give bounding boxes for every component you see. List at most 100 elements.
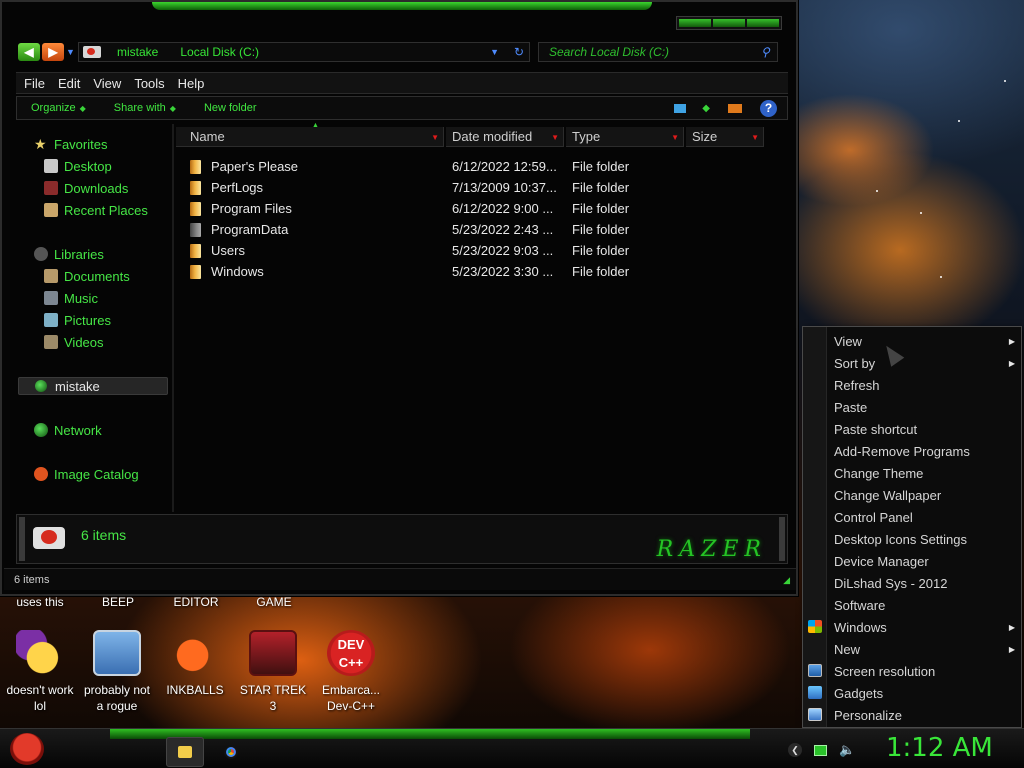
back-button[interactable]: ◀ (18, 43, 40, 61)
address-dropdown-icon[interactable]: ▼ (490, 47, 499, 57)
menu-file[interactable]: File (24, 76, 45, 91)
network-status-icon[interactable] (814, 744, 827, 756)
menu-help[interactable]: Help (178, 76, 205, 91)
context-menu-item[interactable]: Add-Remove Programs (803, 440, 1021, 462)
context-menu-item[interactable]: Change Theme (803, 462, 1021, 484)
start-button[interactable] (10, 733, 44, 765)
nav-documents[interactable]: Documents (44, 266, 130, 286)
column-dropdown-icon[interactable]: ▼ (751, 133, 759, 142)
nav-image-catalog[interactable]: Image Catalog (34, 464, 139, 484)
menu-view[interactable]: View (93, 76, 121, 91)
taskbar-clock[interactable]: 1:12 AM (886, 733, 993, 763)
context-menu-item[interactable]: Desktop Icons Settings (803, 528, 1021, 550)
context-menu-label: Screen resolution (834, 663, 936, 679)
breadcrumb-computer[interactable]: mistake (117, 45, 158, 59)
nav-libraries[interactable]: Libraries (34, 244, 104, 264)
column-dropdown-icon[interactable]: ▼ (671, 133, 679, 142)
menu-tools[interactable]: Tools (134, 76, 164, 91)
close-button[interactable] (747, 19, 779, 27)
desktop-icon-rogue[interactable]: probably not a rogue (77, 630, 157, 714)
address-bar[interactable]: mistake Local Disk (C:) ▼ ↻ (78, 42, 530, 62)
nav-pictures[interactable]: Pictures (44, 310, 111, 330)
folder-icon (178, 746, 192, 758)
nav-label: Desktop (64, 158, 112, 174)
file-row[interactable]: Users 5/23/2022 9:03 ... File folder (176, 240, 776, 261)
context-menu-item[interactable]: Control Panel (803, 506, 1021, 528)
desktop-icon-inkballs[interactable]: INKBALLS (155, 630, 235, 698)
change-view-icon[interactable] (674, 103, 687, 113)
resize-grip-icon[interactable]: ◢ (783, 575, 790, 586)
context-menu-item[interactable]: Change Wallpaper (803, 484, 1021, 506)
file-row[interactable]: Windows 5/23/2022 3:30 ... File folder (176, 261, 776, 282)
column-header-type[interactable]: Type ▼ (566, 127, 684, 147)
context-menu-label: Refresh (834, 377, 880, 393)
context-menu-item[interactable]: Gadgets (803, 682, 1021, 704)
nav-favorites[interactable]: ★ Favorites (34, 134, 107, 154)
minimize-button[interactable] (679, 19, 711, 27)
context-menu-label: Paste shortcut (834, 421, 918, 437)
nav-recent-places[interactable]: Recent Places (44, 200, 148, 220)
desktop-icon-star-trek[interactable]: STAR TREK 3 (233, 630, 313, 714)
file-row[interactable]: Program Files 6/12/2022 9:00 ... File fo… (176, 198, 776, 219)
context-menu-item[interactable]: Refresh (803, 374, 1021, 396)
nav-label: Recent Places (64, 202, 148, 218)
column-header-size[interactable]: Size ▼ (686, 127, 764, 147)
forward-button[interactable]: ▶ (42, 43, 64, 61)
nav-computer[interactable]: mistake (18, 377, 168, 395)
search-input[interactable]: Search Local Disk (C:) ⚲ (538, 42, 778, 62)
context-menu-item[interactable]: DiLshad Sys - 2012 (803, 572, 1021, 594)
breadcrumb-drive[interactable]: Local Disk (C:) (180, 45, 259, 59)
nav-downloads[interactable]: Downloads (44, 178, 128, 198)
help-icon[interactable]: ? (760, 99, 777, 117)
context-menu-item[interactable]: Windows ▶ (803, 616, 1021, 638)
column-header-date[interactable]: Date modified ▼ (446, 127, 564, 147)
context-menu-item[interactable]: Sort by ▶ (803, 352, 1021, 374)
context-menu-label: Software (834, 597, 886, 613)
file-row[interactable]: Paper's Please 6/12/2022 12:59... File f… (176, 156, 776, 177)
volume-icon[interactable]: 🔈 (839, 742, 855, 758)
context-menu-item[interactable]: Screen resolution (803, 660, 1021, 682)
file-row[interactable]: ProgramData 5/23/2022 2:43 ... File fold… (176, 219, 776, 240)
desktop-icon (44, 159, 58, 173)
context-menu-item[interactable]: Software (803, 594, 1021, 616)
desktop-icon-dev-cpp[interactable]: DEV C++ Embarca... Dev-C++ (311, 630, 391, 714)
drive-icon (33, 527, 65, 549)
context-menu-item[interactable]: Personalize (803, 704, 1021, 726)
taskbar-chrome-button[interactable] (212, 737, 250, 767)
refresh-icon[interactable]: ↻ (509, 45, 529, 59)
maximize-button[interactable] (713, 19, 745, 27)
share-with-label: Share with (113, 102, 166, 114)
context-menu-item[interactable]: Paste shortcut (803, 418, 1021, 440)
column-dropdown-icon[interactable]: ▼ (431, 133, 439, 142)
show-hidden-icons-icon[interactable]: ❮ (788, 743, 802, 757)
organize-button[interactable]: Organize ◆ (31, 102, 86, 114)
context-menu-label: DiLshad Sys - 2012 (834, 575, 948, 591)
search-placeholder: Search Local Disk (C:) (549, 45, 670, 59)
context-menu-item[interactable]: Device Manager (803, 550, 1021, 572)
new-folder-button[interactable]: New folder (204, 102, 257, 114)
context-menu-label: Add-Remove Programs (834, 443, 970, 459)
menu-edit[interactable]: Edit (58, 76, 80, 91)
file-date: 5/23/2022 9:03 ... (452, 243, 554, 258)
pane-divider[interactable] (172, 124, 174, 512)
desktop-icon-yahoo[interactable]: doesn't work lol (0, 630, 80, 714)
file-row[interactable]: PerfLogs 7/13/2009 10:37... File folder (176, 177, 776, 198)
gadgets-icon (808, 686, 822, 699)
context-menu-item[interactable]: Paste (803, 396, 1021, 418)
dev-cpp-icon: DEV C++ (327, 630, 375, 676)
context-menu-item[interactable]: New ▶ (803, 638, 1021, 660)
search-icon[interactable]: ⚲ (761, 45, 777, 59)
nav-music[interactable]: Music (44, 288, 98, 308)
view-options-icon[interactable]: ◆ (702, 103, 710, 114)
column-header-name[interactable]: Name ▼ (176, 127, 444, 147)
recent-pages-dropdown[interactable]: ▼ (66, 47, 76, 57)
column-dropdown-icon[interactable]: ▼ (551, 133, 559, 142)
nav-network[interactable]: Network (34, 420, 102, 440)
context-menu-item[interactable]: View ▶ (803, 330, 1021, 352)
taskbar-explorer-button[interactable] (166, 737, 204, 767)
file-date: 5/23/2022 2:43 ... (452, 222, 554, 237)
nav-desktop[interactable]: Desktop (44, 156, 112, 176)
share-with-button[interactable]: Share with ◆ (114, 102, 176, 114)
preview-pane-icon[interactable] (728, 103, 742, 113)
nav-videos[interactable]: Videos (44, 332, 104, 352)
